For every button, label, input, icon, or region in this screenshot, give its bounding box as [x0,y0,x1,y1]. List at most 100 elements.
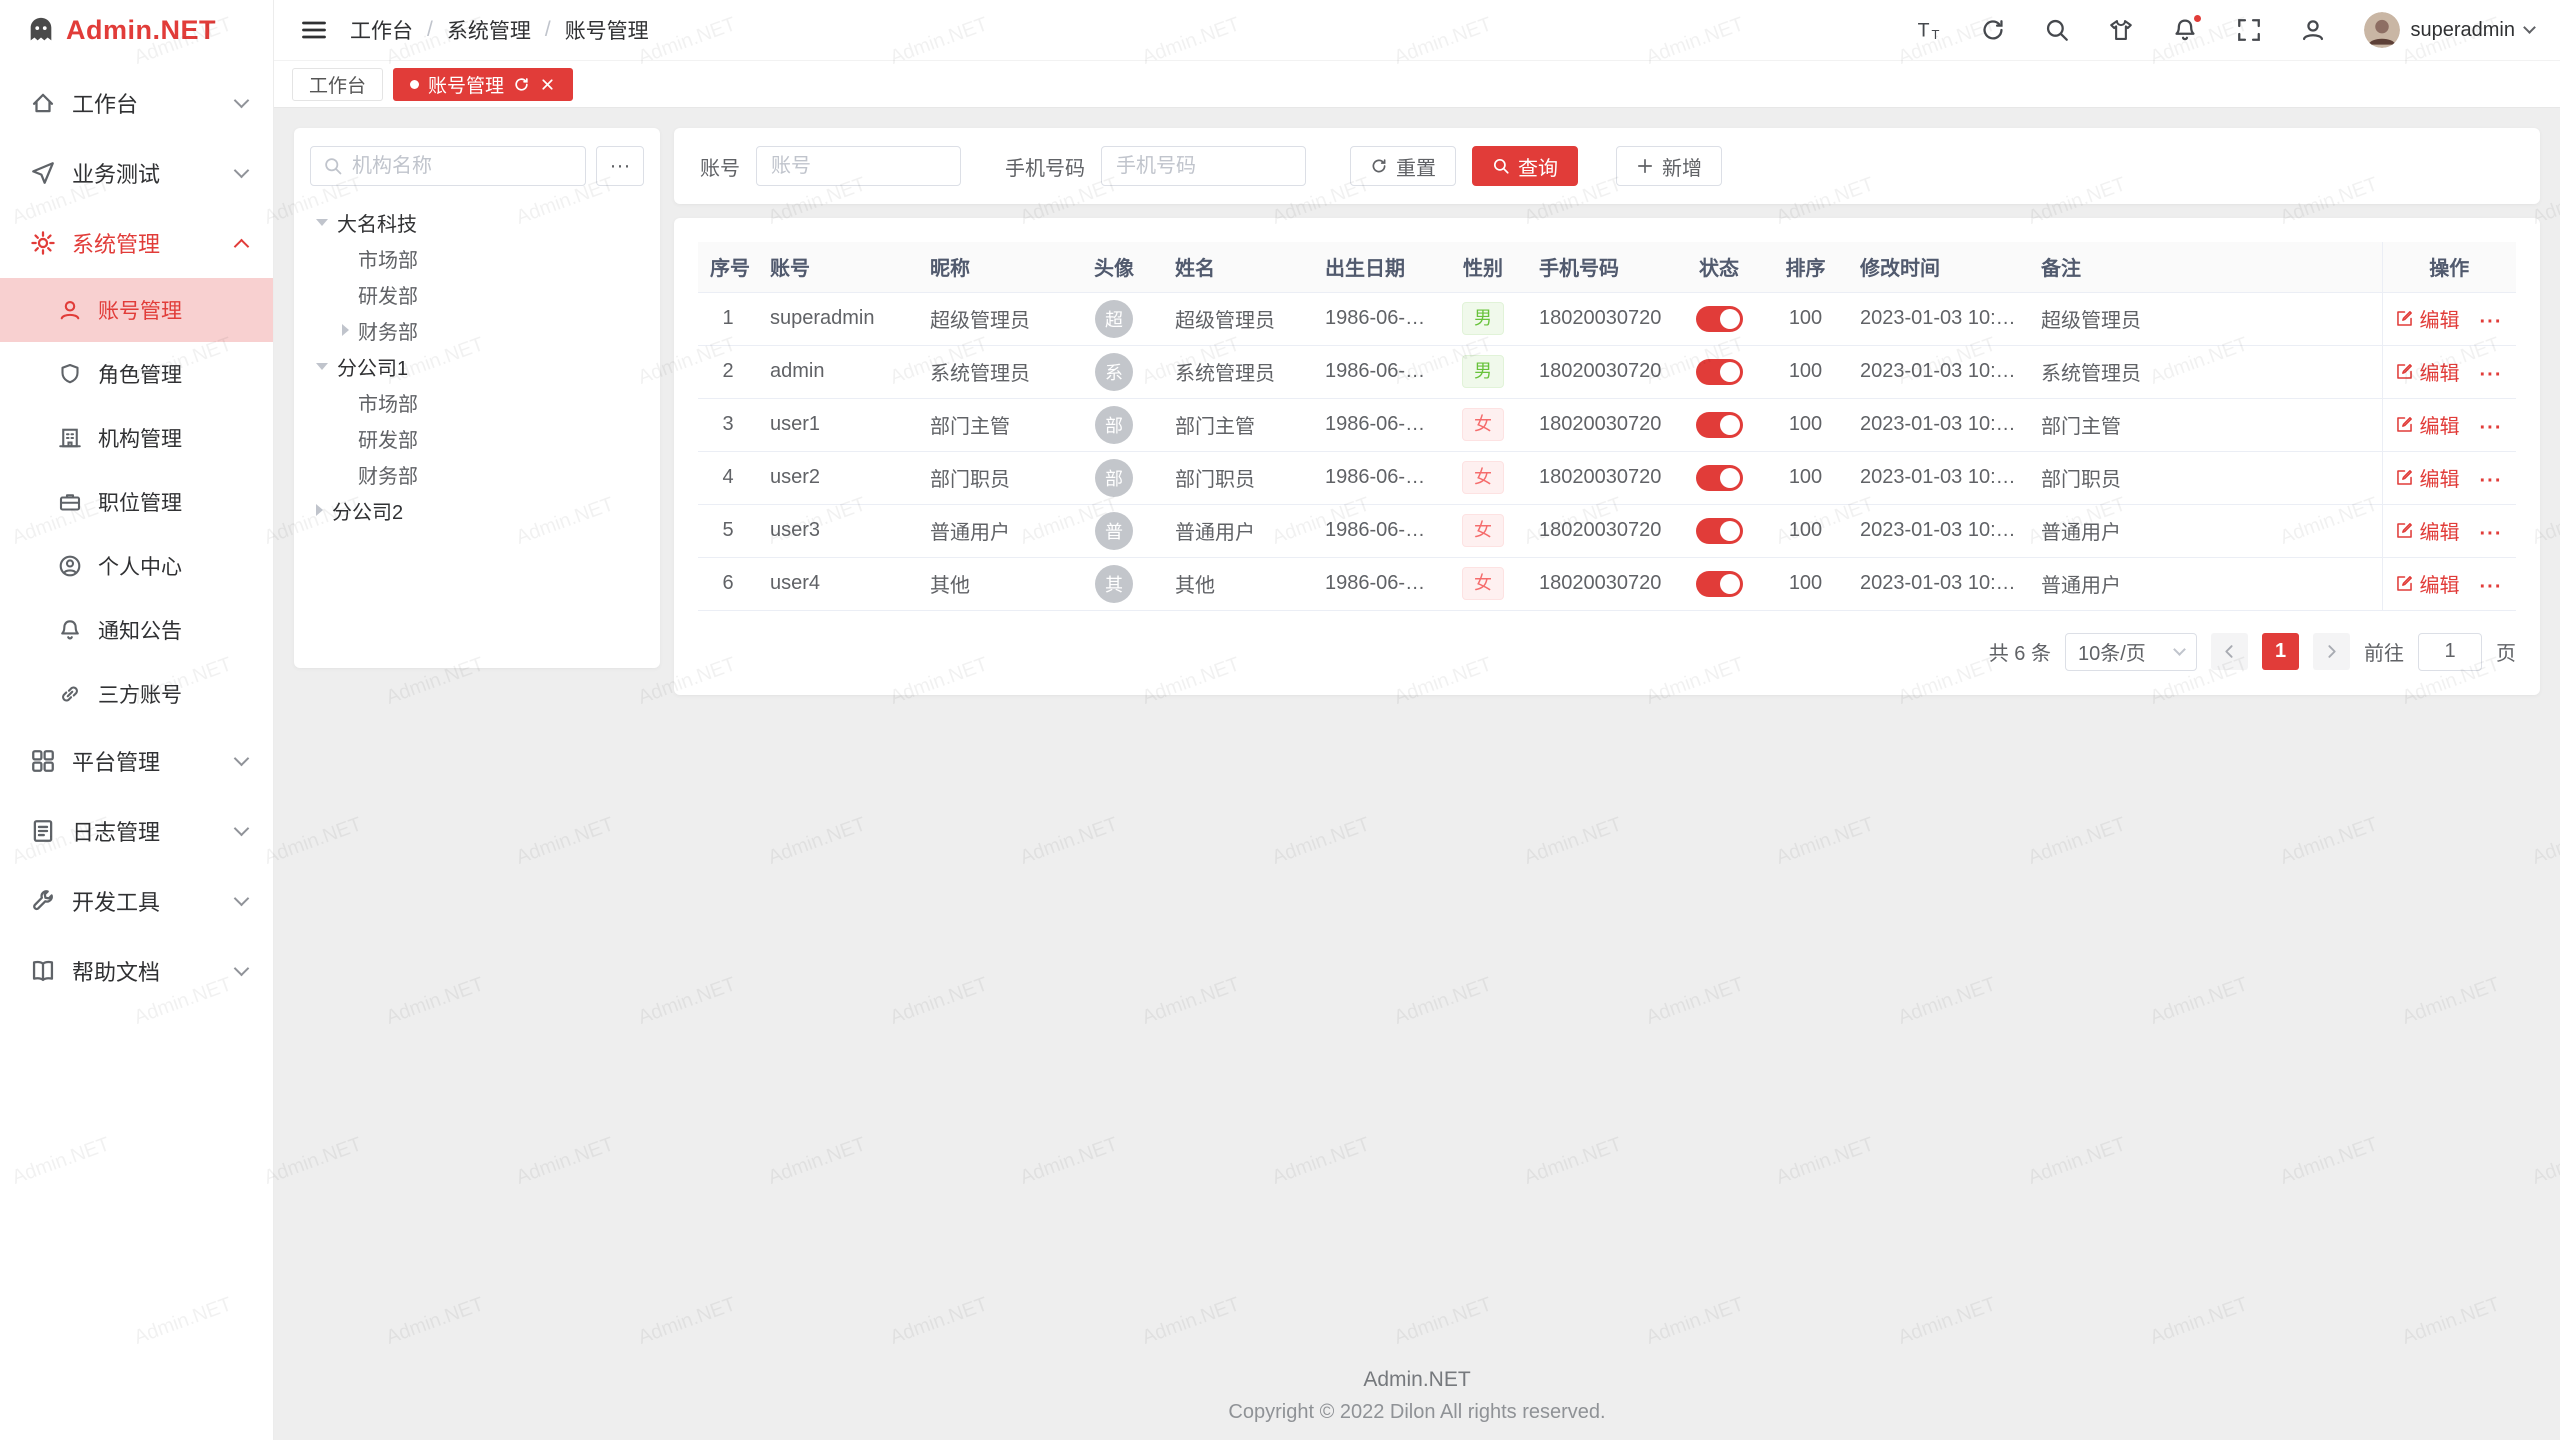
tab-account-mgmt[interactable]: 账号管理 [393,68,573,101]
breadcrumb: 工作台 / 系统管理 / 账号管理 [350,15,649,45]
sidebar-item-personal-center[interactable]: 个人中心 [0,534,273,598]
tree-node[interactable]: 财务部 [310,456,644,492]
tree-more-button[interactable]: ··· [596,146,644,186]
status-toggle[interactable] [1696,412,1743,438]
add-button[interactable]: 新增 [1616,146,1722,186]
breadcrumb-item[interactable]: 账号管理 [565,15,649,45]
tree-node-label: 大名科技 [337,208,417,237]
column-header: 姓名 [1163,242,1313,292]
cell-status [1675,451,1763,504]
sidebar-item-role-mgmt[interactable]: 角色管理 [0,342,273,406]
cell-account: superadmin [758,292,918,345]
skin-icon[interactable] [2108,17,2134,43]
tree-node[interactable]: 市场部 [310,384,644,420]
sidebar-item-workbench[interactable]: 工作台 [0,68,273,138]
account-filter-input[interactable] [756,146,961,186]
cell-modified-time: 2023-01-03 10:59:44 [1848,345,2029,398]
column-header: 状态 [1675,242,1763,292]
search-button[interactable]: 查询 [1472,146,1578,186]
building-icon [58,426,82,450]
sidebar-item-notice[interactable]: 通知公告 [0,598,273,662]
avatar: 其 [1095,565,1133,603]
edit-icon [2395,362,2414,381]
cell-avatar: 系 [1065,345,1163,398]
tree-node[interactable]: 大名科技 [310,204,644,240]
tree-node[interactable]: 分公司2 [310,492,644,528]
sidebar-item-org-mgmt[interactable]: 机构管理 [0,406,273,470]
user-menu[interactable]: superadmin [2364,12,2534,48]
sidebar-item-platform-mgmt[interactable]: 平台管理 [0,726,273,796]
page-size-select[interactable]: 10条/页 [2065,633,2197,671]
tree-node[interactable]: 分公司1 [310,348,644,384]
sidebar-item-label: 职位管理 [98,487,247,517]
breadcrumb-item[interactable]: 工作台 [350,15,413,45]
status-toggle[interactable] [1696,359,1743,385]
cell-phone: 18020030720 [1527,398,1675,451]
edit-button[interactable]: 编辑 [2395,304,2460,333]
breadcrumb-item[interactable]: 系统管理 [447,15,531,45]
cell-avatar: 其 [1065,557,1163,610]
sidebar-item-account-mgmt[interactable]: 账号管理 [0,278,273,342]
row-more-button[interactable]: ··· [2480,311,2503,333]
tab-close-icon[interactable] [539,76,556,93]
svg-text:T: T [1932,27,1940,42]
status-toggle[interactable] [1696,518,1743,544]
menu-toggle-icon[interactable] [300,16,328,44]
sidebar-item-post-mgmt[interactable]: 职位管理 [0,470,273,534]
prev-page-button[interactable] [2211,633,2248,670]
sidebar-item-dev-tools[interactable]: 开发工具 [0,866,273,936]
main-area: 工作台 / 系统管理 / 账号管理 TT [274,0,2560,1440]
column-header: 操作 [2382,242,2516,292]
search-icon[interactable] [2044,17,2070,43]
edit-button[interactable]: 编辑 [2395,463,2460,492]
status-toggle[interactable] [1696,306,1743,332]
tree-node[interactable]: 市场部 [310,240,644,276]
sidebar-item-third-party-account[interactable]: 三方账号 [0,662,273,726]
edit-button[interactable]: 编辑 [2395,357,2460,386]
reset-button[interactable]: 重置 [1350,146,1456,186]
pagination: 共 6 条 10条/页 1 前往 页 [698,633,2516,671]
edit-button[interactable]: 编辑 [2395,410,2460,439]
row-more-button[interactable]: ··· [2480,364,2503,386]
send-icon [30,160,56,186]
edit-button[interactable]: 编辑 [2395,569,2460,598]
tree-node[interactable]: 财务部 [310,312,644,348]
cell-gender: 男 [1439,292,1527,345]
tab-refresh-icon[interactable] [513,76,530,93]
tree-node[interactable]: 研发部 [310,276,644,312]
sidebar-item-system-mgmt[interactable]: 系统管理 [0,208,273,278]
cell-sort: 100 [1763,398,1848,451]
active-tab-dot [410,80,419,89]
cell-sort: 100 [1763,345,1848,398]
goto-page-input[interactable] [2418,633,2482,671]
avatar: 系 [1095,353,1133,391]
user-circle-icon [58,554,82,578]
font-size-icon[interactable]: TT [1916,17,1942,43]
sidebar-item-help-docs[interactable]: 帮助文档 [0,936,273,1006]
sidebar-item-business-test[interactable]: 业务测试 [0,138,273,208]
edit-button[interactable]: 编辑 [2395,516,2460,545]
phone-filter-input[interactable] [1101,146,1306,186]
row-more-button[interactable]: ··· [2480,470,2503,492]
tree-node-label: 分公司2 [332,496,403,525]
cell-actions: 编辑 ··· [2382,557,2516,610]
next-page-button[interactable] [2313,633,2350,670]
bell-icon[interactable] [2172,17,2198,43]
edit-icon [2395,415,2414,434]
org-search-input[interactable] [352,155,573,178]
search-icon [323,156,343,176]
row-more-button[interactable]: ··· [2480,576,2503,598]
tree-node[interactable]: 研发部 [310,420,644,456]
status-toggle[interactable] [1696,571,1743,597]
filter-bar: 账号 手机号码 重置 查询 新增 [674,128,2540,204]
fullscreen-icon[interactable] [2236,17,2262,43]
status-toggle[interactable] [1696,465,1743,491]
tab-workbench[interactable]: 工作台 [292,68,383,101]
refresh-icon[interactable] [1980,17,2006,43]
footer-app-name: Admin.NET [274,1368,2560,1392]
row-more-button[interactable]: ··· [2480,523,2503,545]
user-icon[interactable] [2300,17,2326,43]
page-number-button[interactable]: 1 [2262,633,2299,670]
sidebar-item-log-mgmt[interactable]: 日志管理 [0,796,273,866]
row-more-button[interactable]: ··· [2480,417,2503,439]
